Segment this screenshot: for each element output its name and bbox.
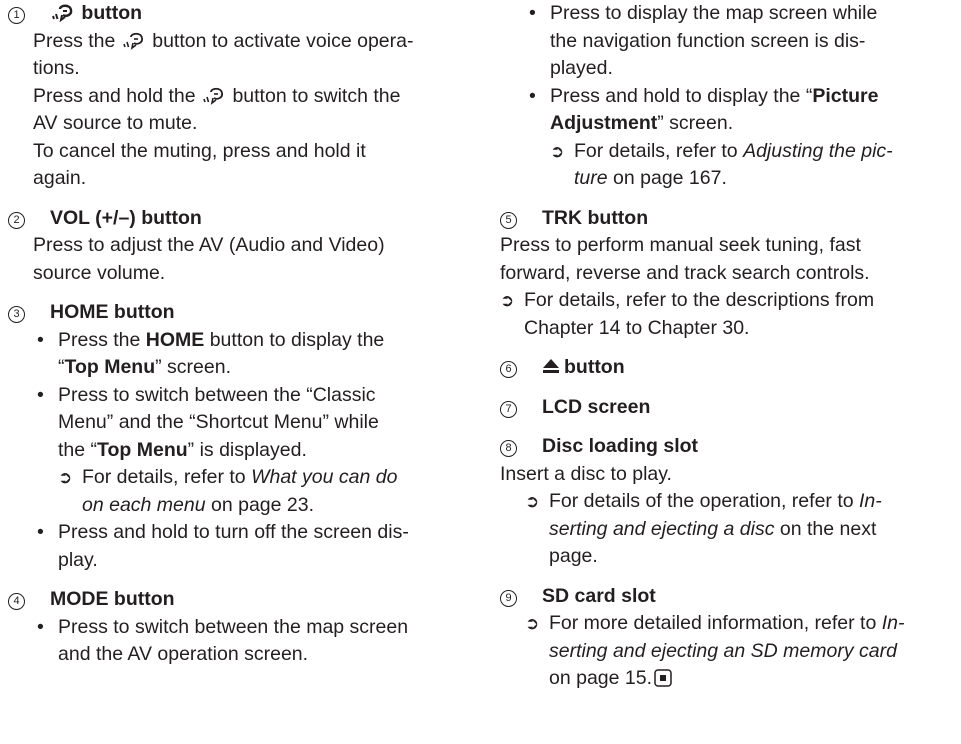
bullet-icon: • bbox=[529, 2, 536, 24]
section-title: Disc loading slot bbox=[542, 435, 699, 457]
section-eject-button: 6 button bbox=[500, 354, 955, 382]
section-heading: 5 TRK button bbox=[500, 205, 955, 233]
item-number: 4 bbox=[8, 593, 25, 610]
section-heading: 1 button bbox=[8, 0, 458, 28]
section-title: VOL (+/–) button bbox=[50, 206, 202, 229]
section-mode-button: 4 MODE button • Press to switch between … bbox=[8, 586, 458, 669]
bullet-icon: • bbox=[529, 84, 536, 107]
section-home-button: 3 HOME button • Press the HOME button to… bbox=[8, 299, 458, 574]
item-number: 2 bbox=[8, 211, 25, 229]
section-heading: 2 VOL (+/–) button bbox=[8, 205, 458, 233]
cross-reference: ➲ For details, refer to What you can do … bbox=[58, 464, 458, 519]
section-heading: 4 MODE button bbox=[8, 586, 458, 614]
section-mode-continued: • Press to display the map screen while … bbox=[500, 0, 955, 193]
end-of-section-icon bbox=[654, 669, 672, 687]
list-item: • Press the HOME button to display the “… bbox=[33, 327, 458, 382]
item-number: 6 bbox=[500, 361, 517, 378]
section-title: LCD screen bbox=[542, 395, 651, 418]
list-item: • Press and hold to display the “Picture… bbox=[525, 83, 955, 138]
section-title: button bbox=[81, 2, 143, 24]
cross-reference: ➲ For details, refer to the descriptions… bbox=[500, 287, 955, 342]
section-title: button bbox=[564, 356, 625, 378]
cross-reference: ➲ For more detailed information, refer t… bbox=[525, 610, 955, 693]
arrow-icon: ➲ bbox=[58, 468, 73, 487]
voice-icon bbox=[123, 32, 143, 50]
item-number: 9 bbox=[500, 589, 517, 607]
voice-icon bbox=[52, 4, 73, 22]
item-number: 8 bbox=[500, 440, 517, 457]
list-item: • Press to switch between the “Classic M… bbox=[33, 382, 458, 465]
left-column: 1 button Press the button to activate vo… bbox=[8, 0, 458, 681]
bullet-icon: • bbox=[37, 328, 44, 351]
section-lcd-screen: 7 LCD screen bbox=[500, 394, 955, 422]
section-sd-slot: 9 SD card slot ➲ For more detailed infor… bbox=[500, 583, 955, 693]
section-voice-button: 1 button Press the button to activate vo… bbox=[8, 0, 458, 193]
cross-reference: ➲ For details of the operation, refer to… bbox=[525, 488, 955, 571]
item-number: 3 bbox=[8, 306, 25, 323]
list-item: • Press to switch between the map screen… bbox=[33, 614, 458, 669]
section-heading: 7 LCD screen bbox=[500, 394, 955, 422]
arrow-icon: ➲ bbox=[525, 614, 540, 633]
section-heading: 3 HOME button bbox=[8, 299, 458, 327]
section-heading: 9 SD card slot bbox=[500, 583, 955, 611]
eject-icon bbox=[543, 359, 559, 373]
bullet-icon: • bbox=[37, 521, 44, 543]
bullet-icon: • bbox=[37, 615, 44, 638]
section-heading: 6 button bbox=[500, 354, 955, 382]
cross-reference: ➲ For details, refer to Adjusting the pi… bbox=[550, 138, 955, 193]
arrow-icon: ➲ bbox=[550, 141, 565, 161]
section-title: SD card slot bbox=[542, 584, 656, 607]
section-heading: 8 Disc loading slot bbox=[500, 433, 955, 461]
item-number: 5 bbox=[500, 211, 517, 229]
section-disc-slot: 8 Disc loading slot Insert a disc to pla… bbox=[500, 433, 955, 571]
section-trk-button: 5 TRK button Press to perform manual see… bbox=[500, 205, 955, 343]
arrow-icon: ➲ bbox=[500, 291, 515, 310]
section-title: TRK button bbox=[542, 206, 649, 229]
arrow-icon: ➲ bbox=[525, 492, 540, 511]
section-title: HOME button bbox=[50, 301, 175, 323]
bullet-icon: • bbox=[37, 383, 44, 406]
section-title: MODE button bbox=[50, 588, 175, 610]
voice-icon bbox=[203, 87, 223, 105]
item-number: 1 bbox=[8, 7, 25, 24]
list-item: • Press and hold to turn off the screen … bbox=[33, 519, 458, 574]
list-item: • Press to display the map screen while … bbox=[525, 0, 955, 83]
item-number: 7 bbox=[500, 400, 517, 418]
right-column: • Press to display the map screen while … bbox=[500, 0, 955, 705]
section-vol-button: 2 VOL (+/–) button Press to adjust the A… bbox=[8, 205, 458, 288]
